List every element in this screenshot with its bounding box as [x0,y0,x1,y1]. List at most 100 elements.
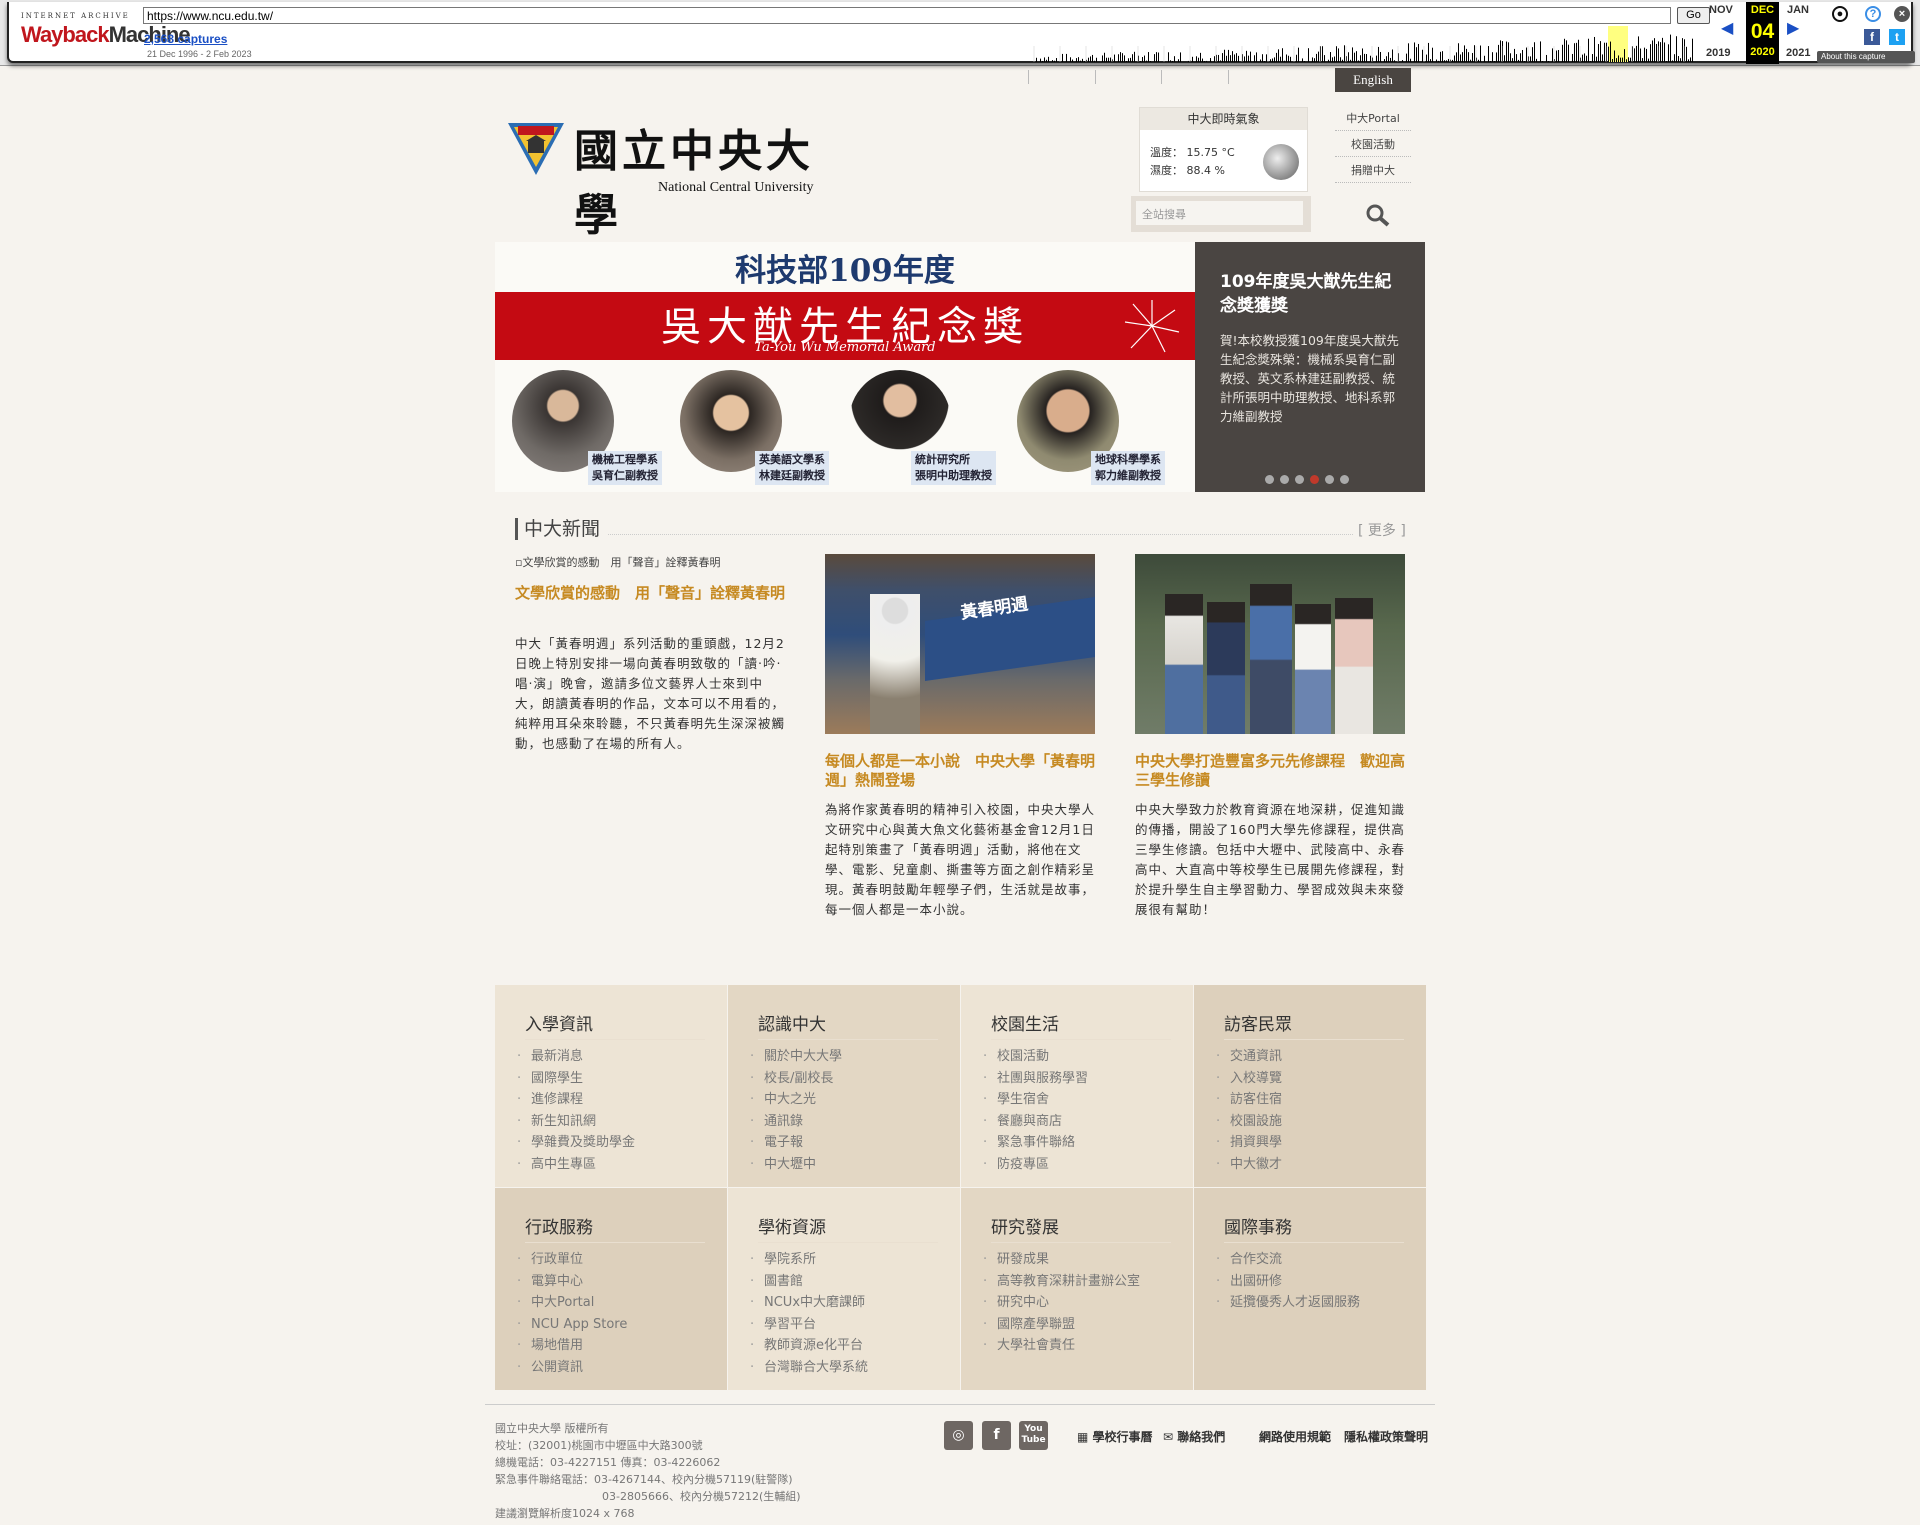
menu-link[interactable]: 研究中心 [983,1292,1193,1314]
menu-link[interactable]: 校園設施 [1216,1111,1426,1133]
carousel-dot[interactable] [1310,475,1319,484]
hero-banner[interactable]: 科技部109年度 吳大猷先生紀念獎 Ta-You Wu Memorial Awa… [495,242,1425,492]
menu-link[interactable]: 行政單位 [517,1249,727,1271]
privacy-policy-link[interactable]: 隱私權政策聲明 [1344,1428,1428,1445]
menu-link[interactable]: 入校導覽 [1216,1068,1426,1090]
menu-link[interactable]: NCUx中大磨課師 [750,1292,960,1314]
news-more-link[interactable]: [ 更多 ] [1358,520,1406,540]
carousel-dot[interactable] [1265,475,1274,484]
news-photo[interactable] [1135,554,1405,734]
menu-link[interactable]: 研發成果 [983,1249,1193,1271]
menu-link[interactable]: 緊急事件聯絡 [983,1132,1193,1154]
instagram-icon[interactable]: ◎ [944,1421,973,1450]
menu-link[interactable]: 大學社會責任 [983,1335,1193,1357]
menu-link[interactable]: 通訊錄 [750,1111,960,1133]
menu-link[interactable]: 場地借用 [517,1335,727,1357]
menu-link[interactable]: 中大壢中 [750,1154,960,1176]
carousel-dot[interactable] [1325,475,1334,484]
network-policy-link[interactable]: 網路使用規範 [1259,1428,1331,1445]
prev-capture-icon[interactable]: ◀ [1721,20,1733,36]
capture-bar [1656,43,1657,62]
menu-link[interactable]: 國際學生 [517,1068,727,1090]
banner-image[interactable]: 科技部109年度 吳大猷先生紀念獎 Ta-You Wu Memorial Awa… [495,242,1195,492]
menu-link[interactable]: 電子報 [750,1132,960,1154]
about-capture-button[interactable]: About this capture [1817,51,1915,63]
help-icon[interactable]: ? [1865,6,1881,22]
menu-link[interactable]: 學習平台 [750,1314,960,1336]
quick-link-portal[interactable]: 中大Portal [1335,110,1411,131]
menu-link[interactable]: 電算中心 [517,1271,727,1293]
prev-month[interactable]: NOV [1709,4,1733,16]
capture-bar [1612,59,1613,62]
carousel-dot[interactable] [1295,475,1304,484]
ncu-logo[interactable]: 國立中央大學 National Central University [506,117,826,241]
menu-link[interactable]: 關於中大大學 [750,1046,960,1068]
menu-link[interactable]: 訪客住宿 [1216,1089,1426,1111]
menu-link[interactable]: 高等教育深耕計畫辦公室 [983,1271,1193,1293]
next-year[interactable]: 2021 [1786,47,1810,59]
capture-bar [1546,54,1547,62]
menu-link[interactable]: 公開資訊 [517,1357,727,1379]
menu-link[interactable]: 高中生專區 [517,1154,727,1176]
facebook-share-icon[interactable]: f [1864,29,1880,45]
menu-link[interactable]: 交通資訊 [1216,1046,1426,1068]
capture-bar [1110,57,1111,62]
contact-link[interactable]: ✉ 聯絡我們 [1163,1428,1225,1445]
english-button[interactable]: English [1335,68,1411,92]
menu-link[interactable]: 新生知訊網 [517,1111,727,1133]
news-image-broken[interactable]: ▫文學欣賞的感動 用「聲音」詮釋黃春明 [515,554,720,570]
close-icon[interactable]: × [1894,6,1910,22]
menu-link[interactable]: 社團與服務學習 [983,1068,1193,1090]
next-month[interactable]: JAN [1787,4,1809,16]
menu-link[interactable]: 圖書館 [750,1271,960,1293]
menu-link[interactable]: 台灣聯合大學系統 [750,1357,960,1379]
carousel-dots[interactable] [1265,469,1355,488]
menu-link[interactable]: 學雜費及獎助學金 [517,1132,727,1154]
menu-link[interactable]: 教師資源e化平台 [750,1335,960,1357]
go-button[interactable]: Go [1677,7,1710,24]
wayback-url-input[interactable]: https://www.ncu.edu.tw/ [143,7,1671,24]
menu-link[interactable]: 出國研修 [1216,1271,1426,1293]
news-title[interactable]: 每個人都是一本小說 中央大學「黃春明週」熱鬧登場 [825,752,1095,790]
news-title[interactable]: 中央大學打造豐富多元先修課程 歡迎高三學生修讀 [1135,752,1405,790]
facebook-icon[interactable]: f [982,1421,1011,1450]
next-capture-icon[interactable]: ▶ [1787,20,1799,36]
menu-link[interactable]: 餐廳與商店 [983,1111,1193,1133]
calendar-link[interactable]: ▦ 學校行事曆 [1077,1428,1153,1445]
menu-link[interactable]: 國際產學聯盟 [983,1314,1193,1336]
captures-link[interactable]: 2,568 captures [144,32,227,46]
twitter-share-icon[interactable]: t [1889,29,1905,45]
menu-link[interactable]: 延攬優秀人才返國服務 [1216,1292,1426,1314]
menu-link[interactable]: NCU App Store [517,1314,727,1336]
news-photo[interactable]: 黃春明週 [825,554,1095,734]
search-input[interactable]: 全站搜尋 [1136,201,1303,225]
user-icon[interactable]: ● [1832,6,1848,22]
quick-link-activities[interactable]: 校園活動 [1335,136,1411,157]
search-icon[interactable] [1365,203,1391,227]
menu-link[interactable]: 校園活動 [983,1046,1193,1068]
menu-link[interactable]: 中大之光 [750,1089,960,1111]
menu-link[interactable]: 防疫專區 [983,1154,1193,1176]
youtube-icon[interactable]: You Tube [1019,1421,1048,1450]
news-title[interactable]: 文學欣賞的感動 用「聲音」詮釋黃春明 [515,584,785,603]
menu-link[interactable]: 最新消息 [517,1046,727,1068]
menu-link[interactable]: 學院系所 [750,1249,960,1271]
capture-bar [1530,56,1531,62]
banner-caption-title[interactable]: 109年度吳大猷先生紀念獎獲獎 [1220,270,1400,318]
menu-link[interactable]: 中大徽才 [1216,1154,1426,1176]
carousel-dot[interactable] [1340,475,1349,484]
capture-bar [1380,51,1381,62]
menu-link[interactable]: 進修課程 [517,1089,727,1111]
quick-link-donate[interactable]: 捐贈中大 [1335,162,1411,183]
menu-link[interactable]: 捐資興學 [1216,1132,1426,1154]
prev-year[interactable]: 2019 [1706,47,1730,59]
menu-link[interactable]: 中大Portal [517,1292,727,1314]
capture-bar [1532,47,1533,62]
carousel-dot[interactable] [1280,475,1289,484]
menu-link[interactable]: 校長/副校長 [750,1068,960,1090]
menu-link[interactable]: 合作交流 [1216,1249,1426,1271]
menu-link[interactable]: 學生宿舍 [983,1089,1193,1111]
capture-bar [1126,61,1127,62]
menu-column-title: 研究發展 [991,1213,1171,1243]
capture-sparkline[interactable] [1008,26,1693,62]
